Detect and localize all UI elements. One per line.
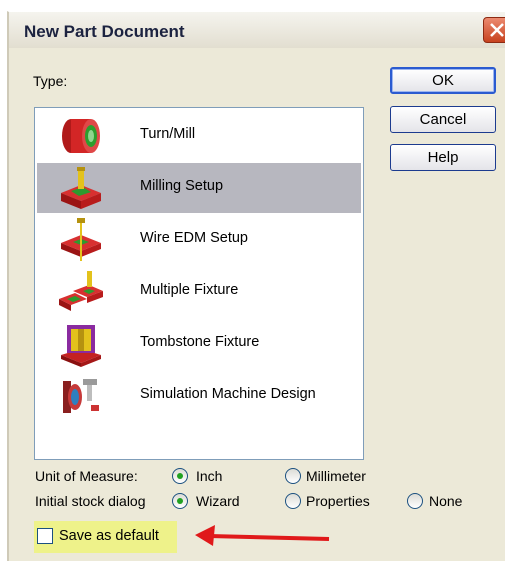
save-default-checkbox[interactable] <box>37 528 53 544</box>
stock-none-label: None <box>429 493 463 509</box>
unit-inch-label: Inch <box>196 468 223 484</box>
type-listbox[interactable]: Turn/Mill Milling Setup Wire EDM Setup M… <box>34 107 364 460</box>
stock-wizard-radio[interactable] <box>172 493 188 509</box>
type-item-tombstone-fixture[interactable]: Tombstone Fixture <box>37 319 361 369</box>
type-item-label: Simulation Machine Design <box>140 386 316 402</box>
close-icon <box>490 23 504 37</box>
type-item-milling-setup[interactable]: Milling Setup <box>37 163 361 213</box>
type-item-label: Milling Setup <box>140 178 224 194</box>
wire-edm-icon <box>61 218 101 261</box>
help-button[interactable]: Help <box>390 144 496 171</box>
type-label: Type: <box>33 73 68 89</box>
turn-mill-icon <box>62 119 100 153</box>
multiple-fixture-icon <box>59 271 103 311</box>
type-item-label: Tombstone Fixture <box>140 334 260 350</box>
new-part-document-dialog: New Part Document Type: OK Cancel Help T… <box>7 11 505 561</box>
title-bar[interactable]: New Part Document <box>9 12 505 48</box>
ok-button[interactable]: OK <box>390 67 496 94</box>
initial-stock-dialog-label: Initial stock dialog <box>35 493 146 509</box>
type-item-turn-mill[interactable]: Turn/Mill <box>37 111 361 161</box>
unit-inch-radio[interactable] <box>172 468 188 484</box>
save-default-highlight: Save as default <box>34 521 177 553</box>
save-default-label: Save as default <box>59 528 159 544</box>
unit-of-measure-label: Unit of Measure: <box>35 468 138 484</box>
milling-setup-icon <box>61 167 101 209</box>
unit-millimeter-label: Millimeter <box>306 468 366 484</box>
stock-wizard-label: Wizard <box>196 493 240 509</box>
type-item-label: Wire EDM Setup <box>140 230 248 246</box>
dialog-title: New Part Document <box>24 22 185 41</box>
tombstone-fixture-icon <box>61 325 101 367</box>
type-item-simulation-machine[interactable]: Simulation Machine Design <box>37 371 361 421</box>
type-item-wire-edm[interactable]: Wire EDM Setup <box>37 215 361 265</box>
stock-properties-label: Properties <box>306 493 370 509</box>
unit-millimeter-radio[interactable] <box>285 468 301 484</box>
stock-properties-radio[interactable] <box>285 493 301 509</box>
type-item-label: Multiple Fixture <box>140 282 239 298</box>
type-item-multiple-fixture[interactable]: Multiple Fixture <box>37 267 361 317</box>
stock-none-radio[interactable] <box>407 493 423 509</box>
red-arrow-icon <box>195 525 330 546</box>
close-button[interactable] <box>483 17 505 43</box>
cancel-button[interactable]: Cancel <box>390 106 496 133</box>
type-item-label: Turn/Mill <box>140 126 196 142</box>
simulation-machine-icon <box>63 379 99 413</box>
